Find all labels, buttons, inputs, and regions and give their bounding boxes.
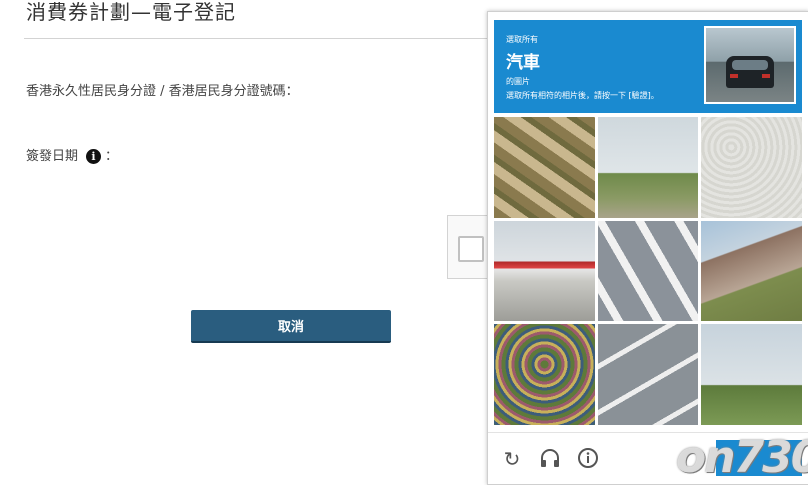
- sample-car-image: [704, 26, 796, 104]
- challenge-header: 選取所有 汽車 的圖片 選取所有相符的相片後，請按一下 [驗證]。: [494, 20, 802, 113]
- challenge-line1: 選取所有: [506, 35, 538, 44]
- challenge-tile-4[interactable]: [494, 220, 595, 322]
- challenge-tile-7[interactable]: [494, 324, 595, 425]
- title-divider: [24, 38, 494, 39]
- challenge-image-grid: [494, 117, 802, 425]
- challenge-tile-1[interactable]: [494, 117, 595, 218]
- challenge-line3: 的圖片: [506, 77, 530, 86]
- issue-date-label: 簽發日期: [26, 149, 79, 164]
- headphones-glyph: [541, 449, 559, 467]
- captcha-challenge-popup: 選取所有 汽車 的圖片 選取所有相符的相片後，請按一下 [驗證]。 ↻: [487, 11, 808, 485]
- challenge-tile-3[interactable]: [701, 117, 802, 218]
- captcha-checkbox[interactable]: [458, 236, 484, 262]
- page-title: 消費券計劃—電子登記: [26, 0, 236, 24]
- cancel-button[interactable]: 取消: [191, 310, 391, 343]
- hkid-label: 香港永久性居民身分證 / 香港居民身分證號碼：: [26, 84, 299, 99]
- challenge-tile-2[interactable]: [597, 117, 699, 218]
- info-circle-glyph: [578, 448, 598, 468]
- challenge-target: 汽車: [506, 53, 540, 73]
- challenge-tile-8[interactable]: [597, 324, 699, 425]
- info-icon[interactable]: i: [86, 149, 102, 164]
- challenge-tile-6[interactable]: [701, 220, 802, 322]
- help-icon[interactable]: [576, 447, 600, 471]
- issue-date-row: 簽發日期 i：: [26, 145, 118, 164]
- challenge-tile-5[interactable]: [597, 220, 699, 322]
- sample-car: [726, 56, 774, 88]
- challenge-instruction: 選取所有相符的相片後，請按一下 [驗證]。: [506, 91, 659, 100]
- reload-icon[interactable]: ↻: [500, 447, 524, 471]
- issue-date-colon: ：: [105, 149, 119, 164]
- watermark-logo: on730: [676, 432, 808, 483]
- challenge-tile-9[interactable]: [701, 324, 802, 425]
- audio-icon[interactable]: [538, 447, 562, 471]
